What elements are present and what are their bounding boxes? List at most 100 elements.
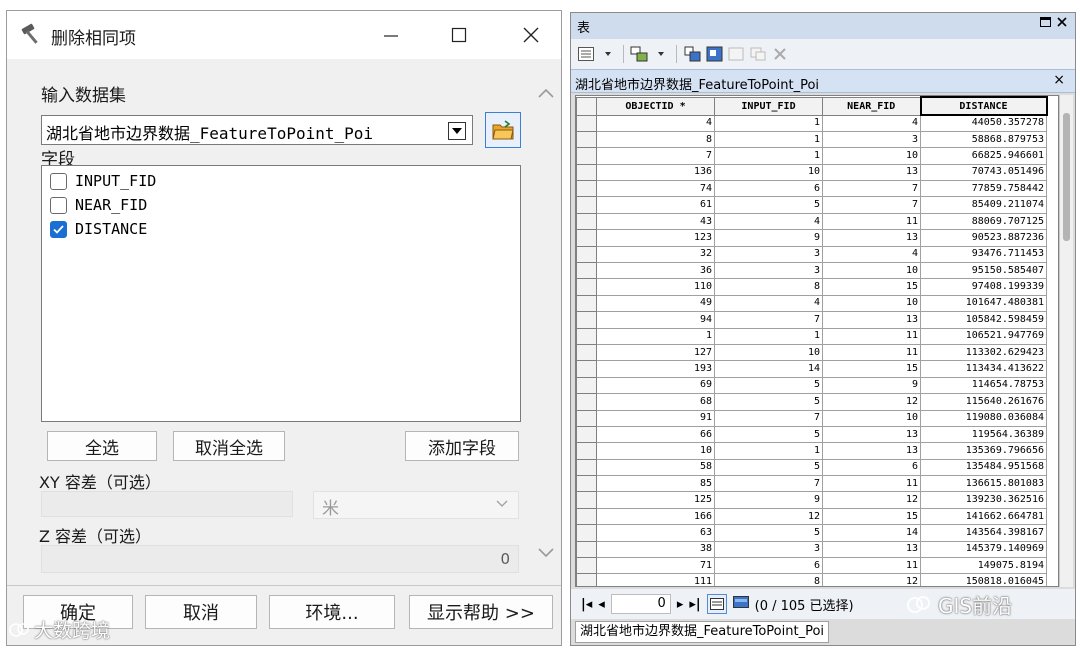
cell-objectid[interactable]: 36 bbox=[596, 262, 715, 280]
table-row[interactable]: 49 4 10 101647.480381 bbox=[576, 294, 1047, 313]
cell-near-fid[interactable]: 13 bbox=[822, 425, 921, 444]
cell-distance[interactable]: 66825.946601 bbox=[920, 147, 1047, 165]
cell-near-fid[interactable]: 13 bbox=[822, 442, 921, 460]
grid-vertical-scrollbar[interactable] bbox=[1059, 95, 1073, 587]
cell-objectid[interactable]: 166 bbox=[596, 507, 715, 526]
row-selector[interactable] bbox=[576, 196, 597, 214]
cell-distance[interactable]: 135484.951568 bbox=[920, 458, 1047, 477]
row-selector[interactable] bbox=[576, 442, 597, 460]
table-tab[interactable]: 湖北省地市边界数据_FeatureToPoint_Poi bbox=[575, 74, 819, 93]
cell-objectid[interactable]: 136 bbox=[596, 163, 715, 182]
row-selector[interactable] bbox=[576, 180, 597, 198]
add-field-button[interactable]: 添加字段 bbox=[405, 431, 519, 461]
cell-near-fid[interactable]: 3 bbox=[822, 130, 921, 149]
row-selector[interactable] bbox=[576, 540, 597, 559]
input-dataset-select[interactable]: 湖北省地市边界数据_FeatureToPoint_Poi bbox=[41, 115, 473, 145]
table-close-icon[interactable] bbox=[1057, 17, 1067, 27]
table-row[interactable]: 94 7 13 105842.598459 bbox=[576, 311, 1047, 329]
field-item-distance[interactable]: DISTANCE bbox=[50, 218, 147, 240]
cell-distance[interactable]: 44050.357278 bbox=[920, 114, 1047, 132]
related-tables-icon[interactable] bbox=[630, 45, 648, 63]
cell-distance[interactable]: 136615.801083 bbox=[920, 475, 1047, 493]
field-item-near-fid[interactable]: NEAR_FID bbox=[50, 194, 147, 216]
cell-objectid[interactable]: 32 bbox=[596, 245, 715, 264]
last-record-icon[interactable]: ▸| bbox=[689, 597, 700, 612]
delete-selected-icon[interactable] bbox=[771, 45, 789, 63]
row-selector[interactable] bbox=[576, 130, 597, 149]
cell-near-fid[interactable]: 11 bbox=[822, 343, 921, 362]
close-button[interactable] bbox=[511, 19, 551, 51]
cell-distance[interactable]: 101647.480381 bbox=[920, 294, 1047, 313]
cell-input-fid[interactable]: 4 bbox=[714, 294, 823, 313]
cell-distance[interactable]: 105842.598459 bbox=[920, 311, 1047, 329]
cell-near-fid[interactable]: 15 bbox=[822, 360, 921, 378]
table-row[interactable]: 1 1 11 106521.947769 bbox=[576, 327, 1047, 345]
cell-objectid[interactable]: 69 bbox=[596, 376, 715, 395]
cell-near-fid[interactable]: 7 bbox=[822, 180, 921, 198]
cell-distance[interactable]: 150818.016045 bbox=[920, 573, 1047, 586]
table-row[interactable]: 91 7 10 119080.036084 bbox=[576, 409, 1047, 427]
cell-objectid[interactable]: 49 bbox=[596, 294, 715, 313]
row-selector-header[interactable] bbox=[576, 96, 597, 116]
bottom-table-tab[interactable]: 湖北省地市边界数据_FeatureToPoint_Poi bbox=[575, 621, 830, 643]
cell-near-fid[interactable]: 9 bbox=[822, 376, 921, 395]
cell-objectid[interactable]: 58 bbox=[596, 458, 715, 477]
column-header-objectid[interactable]: OBJECTID * bbox=[596, 96, 715, 116]
cell-objectid[interactable]: 66 bbox=[596, 425, 715, 444]
cell-input-fid[interactable]: 5 bbox=[714, 196, 823, 214]
table-row[interactable]: 8 1 3 58868.879753 bbox=[576, 130, 1047, 149]
dropdown-small-icon[interactable] bbox=[599, 45, 617, 63]
cell-near-fid[interactable]: 12 bbox=[822, 491, 921, 509]
cell-near-fid[interactable]: 11 bbox=[822, 475, 921, 493]
next-record-icon[interactable]: ▸ bbox=[677, 597, 684, 612]
cell-near-fid[interactable]: 13 bbox=[822, 229, 921, 247]
row-selector[interactable] bbox=[576, 163, 597, 182]
cell-input-fid[interactable]: 12 bbox=[714, 507, 823, 526]
cell-near-fid[interactable]: 15 bbox=[822, 278, 921, 296]
table-row[interactable]: 7 1 10 66825.946601 bbox=[576, 147, 1047, 165]
row-selector[interactable] bbox=[576, 491, 597, 509]
table-row[interactable]: 110 8 15 97408.199339 bbox=[576, 278, 1047, 296]
cell-distance[interactable]: 58868.879753 bbox=[920, 130, 1047, 149]
scrollbar-thumb[interactable] bbox=[1063, 113, 1070, 241]
switch-selection-icon[interactable] bbox=[705, 45, 723, 63]
row-selector[interactable] bbox=[576, 393, 597, 411]
cell-input-fid[interactable]: 3 bbox=[714, 245, 823, 264]
cell-input-fid[interactable]: 7 bbox=[714, 475, 823, 493]
cell-input-fid[interactable]: 5 bbox=[714, 524, 823, 542]
cell-objectid[interactable]: 127 bbox=[596, 343, 715, 362]
cell-distance[interactable]: 77859.758442 bbox=[920, 180, 1047, 198]
row-selector[interactable] bbox=[576, 245, 597, 264]
cell-distance[interactable]: 88069.707125 bbox=[920, 212, 1047, 231]
current-record-input[interactable]: 0 bbox=[610, 594, 671, 614]
cell-objectid[interactable]: 125 bbox=[596, 491, 715, 509]
cell-near-fid[interactable]: 12 bbox=[822, 393, 921, 411]
row-selector[interactable] bbox=[576, 425, 597, 444]
row-selector[interactable] bbox=[576, 294, 597, 313]
dropdown-small-icon[interactable] bbox=[652, 45, 670, 63]
cell-distance[interactable]: 93476.711453 bbox=[920, 245, 1047, 264]
row-selector[interactable] bbox=[576, 311, 597, 329]
row-selector[interactable] bbox=[576, 278, 597, 296]
xy-tolerance-input[interactable] bbox=[41, 491, 293, 517]
row-selector[interactable] bbox=[576, 343, 597, 362]
input-fid-checkbox[interactable] bbox=[50, 172, 67, 190]
cell-objectid[interactable]: 110 bbox=[596, 278, 715, 296]
table-row[interactable]: 66 5 13 119564.36389 bbox=[576, 425, 1047, 444]
row-selector[interactable] bbox=[576, 458, 597, 477]
row-selector[interactable] bbox=[576, 212, 597, 231]
cell-objectid[interactable]: 8 bbox=[596, 130, 715, 149]
cell-near-fid[interactable]: 4 bbox=[822, 245, 921, 264]
cell-objectid[interactable]: 61 bbox=[596, 196, 715, 214]
restore-icon[interactable] bbox=[1040, 17, 1051, 27]
zoom-selected-icon[interactable] bbox=[749, 45, 767, 63]
cell-input-fid[interactable]: 7 bbox=[714, 311, 823, 329]
cell-objectid[interactable]: 63 bbox=[596, 524, 715, 542]
cell-input-fid[interactable]: 9 bbox=[714, 229, 823, 247]
table-row[interactable]: 85 7 11 136615.801083 bbox=[576, 475, 1047, 493]
cell-input-fid[interactable]: 1 bbox=[714, 147, 823, 165]
distance-checkbox[interactable] bbox=[50, 220, 67, 238]
cell-input-fid[interactable]: 3 bbox=[714, 540, 823, 559]
cell-input-fid[interactable]: 8 bbox=[714, 573, 823, 586]
cell-distance[interactable]: 97408.199339 bbox=[920, 278, 1047, 296]
